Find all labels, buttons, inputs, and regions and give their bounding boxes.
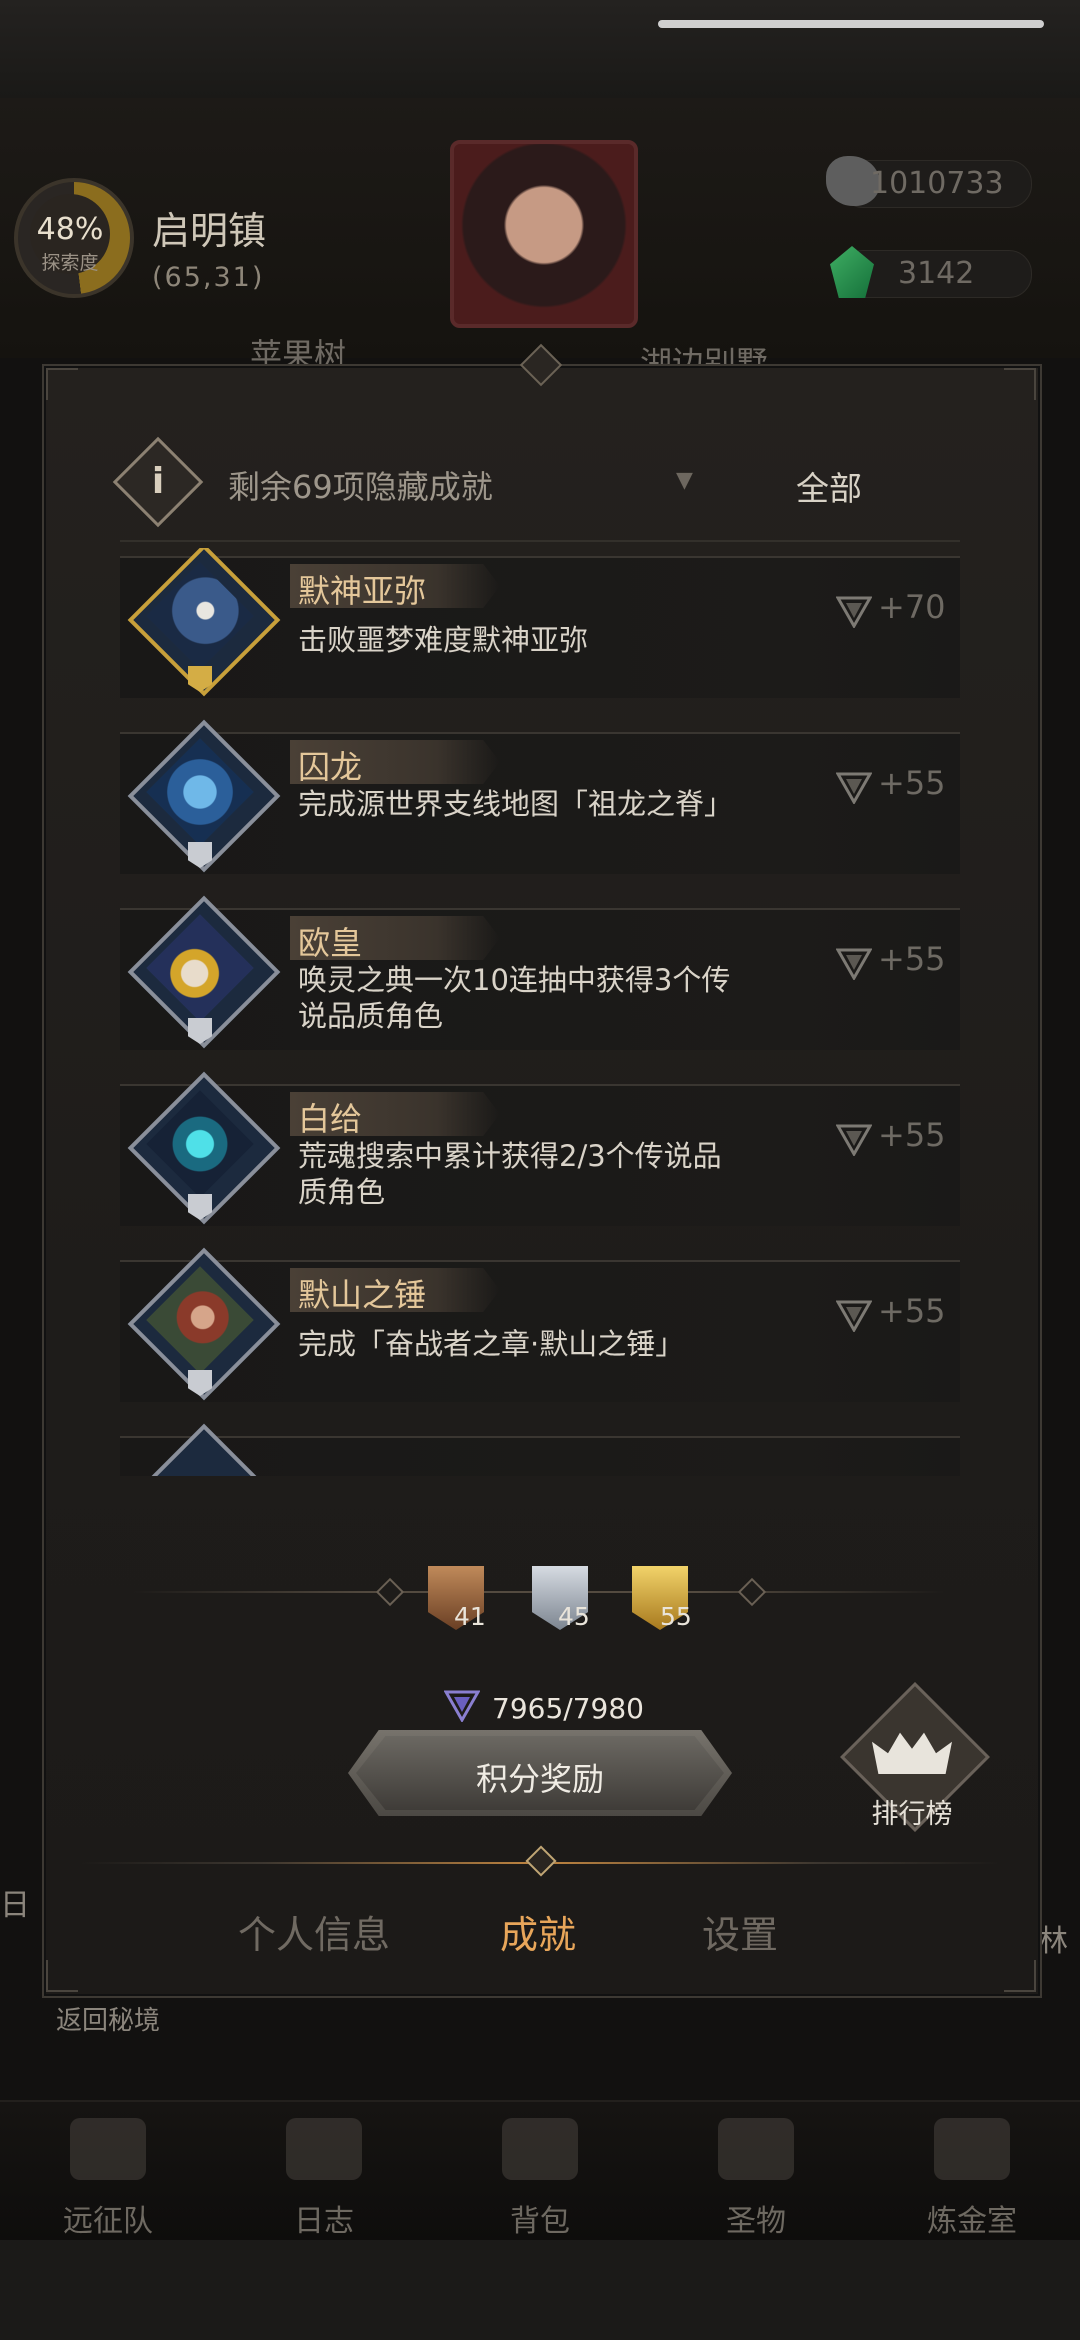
resource-stone-value: 1010733 (870, 166, 1004, 201)
nav-label: 背包 (510, 2204, 570, 2239)
scroll-icon (286, 2118, 362, 2180)
back-to-secret-realm: 返回秘境 (56, 2006, 161, 2036)
bottom-frame (0, 2240, 1080, 2340)
achievement-points: +70 (878, 588, 946, 626)
nav-label: 日志 (294, 2204, 354, 2239)
achievement-row[interactable]: 默山之锤 完成「奋战者之章·默山之锤」 +55 (120, 1247, 960, 1402)
points-reward-label: 积分奖励 (475, 1760, 604, 1798)
corner-ornament (46, 368, 78, 400)
gesture-bar (658, 20, 1044, 28)
points-icon (836, 772, 872, 804)
player-portrait (450, 140, 638, 328)
nav-label: 远征队 (63, 2204, 153, 2239)
achievement-name: 默山之锤 (298, 1276, 427, 1314)
location-coords: (65,31) (152, 262, 265, 293)
exploration-label: 探索度 (41, 252, 99, 274)
bronze-count: 41 (454, 1602, 486, 1631)
location-name: 启明镇 (152, 209, 267, 253)
dropdown-arrow-icon[interactable]: ▼ (676, 468, 693, 493)
nav-log[interactable]: 日志 (216, 2100, 432, 2240)
points-icon (836, 1124, 872, 1156)
points-icon (836, 596, 872, 628)
achievement-desc: 唤灵之典一次10连抽中获得3个传说品质角色 (298, 963, 731, 1033)
achievement-name: 欧皇 (298, 924, 363, 962)
nav-label: 炼金室 (927, 2204, 1017, 2239)
score-icon (444, 1690, 480, 1722)
exploration-percent: 48% (36, 212, 104, 247)
filter-select[interactable]: 全部 (796, 462, 862, 510)
achievement-name: 囚龙 (298, 748, 363, 786)
achievement-points: +55 (878, 940, 946, 978)
nav-alchemy[interactable]: 炼金室 (864, 2100, 1080, 2240)
achievement-desc: 完成「奋战者之章·默山之锤」 (298, 1327, 685, 1361)
points-icon (836, 948, 872, 980)
points-icon (836, 1300, 872, 1332)
nav-label: 圣物 (726, 2204, 786, 2239)
achievement-points: +55 (878, 1116, 946, 1154)
achievement-row[interactable]: 白给 荒魂搜索中累计获得2/3个传说品质角色 +55 (120, 1071, 960, 1226)
backpack-icon (502, 2118, 578, 2180)
achievement-name: 白给 (298, 1100, 363, 1138)
tab-profile[interactable]: 个人信息 (238, 1904, 390, 1959)
achievement-row[interactable]: 默神亚弥 击败噩梦难度默神亚弥 +70 (120, 548, 960, 698)
leaderboard-label: 排行榜 (871, 1799, 953, 1830)
hidden-achievements-count: 剩余69项隐藏成就 (228, 468, 493, 506)
achievement-list[interactable]: 默神亚弥 击败噩梦难度默神亚弥 +70 囚龙 完成源世界支线地图「祖龙之脊」 +… (120, 548, 960, 1476)
info-icon: i (151, 461, 165, 502)
side-label-left: 日 (0, 1888, 30, 1923)
score-value: 7965/7980 (492, 1692, 644, 1725)
corner-ornament (1004, 368, 1036, 400)
achievement-desc: 击败噩梦难度默神亚弥 (298, 623, 589, 657)
side-label-right: 林 (1038, 1924, 1068, 1959)
resource-emerald-value: 3142 (898, 256, 975, 291)
status-strip (0, 0, 1080, 100)
achievement-row[interactable]: 欧皇 唤灵之典一次10连抽中获得3个传说品质角色 +55 (120, 895, 960, 1050)
relic-icon (718, 2118, 794, 2180)
corner-ornament (1004, 1960, 1036, 1992)
corner-ornament (46, 1960, 78, 1992)
filter-divider (120, 540, 960, 542)
silver-count: 45 (558, 1602, 590, 1631)
achievement-row-partial[interactable] (120, 1423, 960, 1476)
achievement-points: +55 (878, 1292, 946, 1330)
tab-settings[interactable]: 设置 (702, 1904, 778, 1959)
tab-achievements[interactable]: 成就 (500, 1904, 576, 1959)
alchemy-icon (934, 2118, 1010, 2180)
nav-relic[interactable]: 圣物 (648, 2100, 864, 2240)
achievement-desc: 完成源世界支线地图「祖龙之脊」 (298, 787, 734, 821)
nav-expedition[interactable]: 远征队 (0, 2100, 216, 2240)
achievement-points: +55 (878, 764, 946, 802)
achievement-desc: 荒魂搜索中累计获得2/3个传说品质角色 (298, 1139, 722, 1209)
horned-helmet-icon (70, 2118, 146, 2180)
achievement-name: 默神亚弥 (298, 572, 427, 610)
achievement-row[interactable]: 囚龙 完成源世界支线地图「祖龙之脊」 +55 (120, 719, 960, 874)
gold-count: 55 (660, 1602, 692, 1631)
nav-backpack[interactable]: 背包 (432, 2100, 648, 2240)
